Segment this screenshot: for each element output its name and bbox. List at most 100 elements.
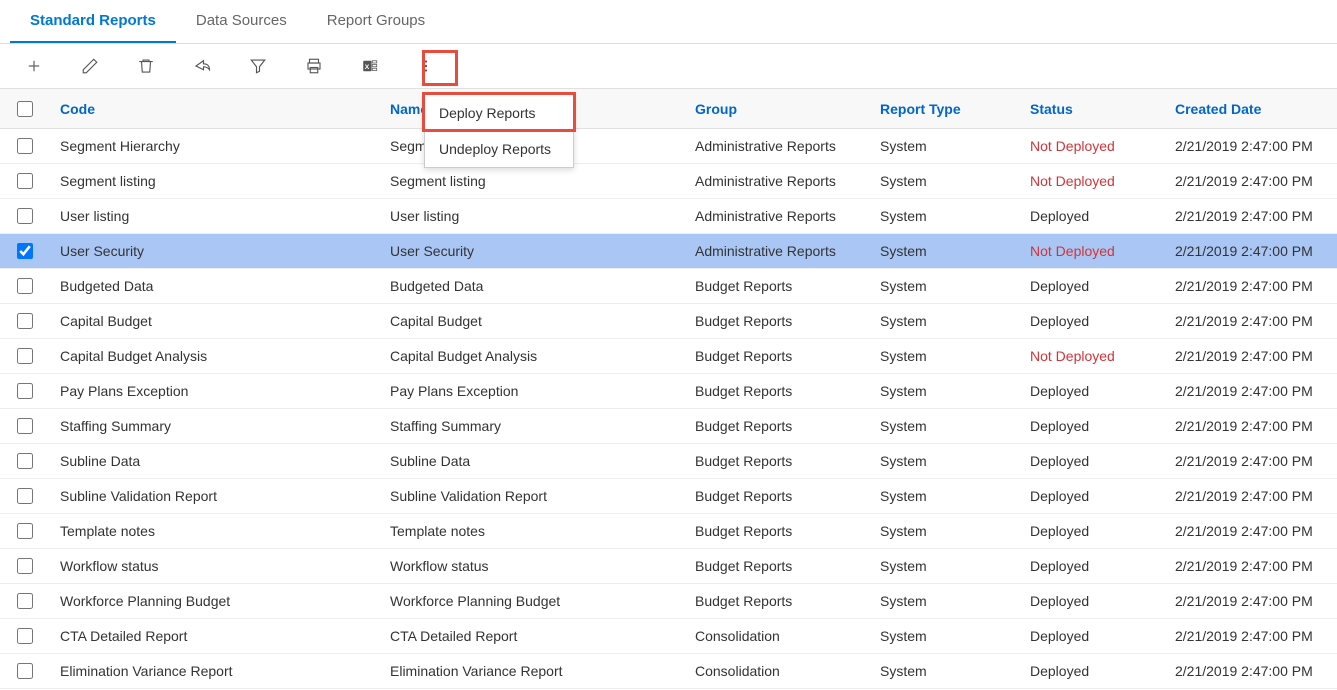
row-status: Deployed (1020, 208, 1165, 224)
table-row[interactable]: User Security User Security Administrati… (0, 234, 1337, 269)
row-checkbox-cell (0, 453, 50, 469)
tab-standard-reports[interactable]: Standard Reports (10, 0, 176, 43)
filter-button[interactable] (246, 54, 270, 78)
row-group: Budget Reports (685, 453, 870, 469)
row-checkbox-cell (0, 418, 50, 434)
row-name: Pay Plans Exception (380, 383, 685, 399)
row-checkbox[interactable] (17, 488, 33, 504)
row-checkbox[interactable] (17, 628, 33, 644)
row-checkbox-cell (0, 558, 50, 574)
row-checkbox-cell (0, 313, 50, 329)
print-button[interactable] (302, 54, 326, 78)
table-row[interactable]: Subline Data Subline Data Budget Reports… (0, 444, 1337, 479)
delete-button[interactable] (134, 54, 158, 78)
row-name: Subline Validation Report (380, 488, 685, 504)
row-type: System (870, 243, 1020, 259)
share-button[interactable] (190, 54, 214, 78)
row-date: 2/21/2019 2:47:00 PM (1165, 523, 1337, 539)
tab-report-groups[interactable]: Report Groups (307, 0, 445, 43)
table-row[interactable]: Template notes Template notes Budget Rep… (0, 514, 1337, 549)
row-checkbox[interactable] (17, 208, 33, 224)
row-type: System (870, 278, 1020, 294)
table-row[interactable]: Workflow status Workflow status Budget R… (0, 549, 1337, 584)
row-date: 2/21/2019 2:47:00 PM (1165, 313, 1337, 329)
row-checkbox-cell (0, 593, 50, 609)
add-button[interactable] (22, 54, 46, 78)
row-code: Subline Validation Report (50, 488, 380, 504)
dropdown-undeploy-reports[interactable]: Undeploy Reports (425, 131, 573, 167)
pencil-icon (81, 57, 99, 75)
row-group: Budget Reports (685, 523, 870, 539)
row-type: System (870, 383, 1020, 399)
row-date: 2/21/2019 2:47:00 PM (1165, 383, 1337, 399)
row-checkbox[interactable] (17, 383, 33, 399)
table-row[interactable]: Capital Budget Capital Budget Budget Rep… (0, 304, 1337, 339)
table-row[interactable]: Budgeted Data Budgeted Data Budget Repor… (0, 269, 1337, 304)
table-row[interactable]: Pay Plans Exception Pay Plans Exception … (0, 374, 1337, 409)
row-checkbox-cell (0, 628, 50, 644)
more-button[interactable] (414, 54, 438, 78)
svg-text:X: X (365, 64, 370, 71)
header-status[interactable]: Status (1020, 101, 1165, 117)
row-status: Not Deployed (1020, 348, 1165, 364)
row-checkbox[interactable] (17, 243, 33, 259)
row-type: System (870, 418, 1020, 434)
row-date: 2/21/2019 2:47:00 PM (1165, 663, 1337, 679)
row-type: System (870, 138, 1020, 154)
tabs-bar: Standard Reports Data Sources Report Gro… (0, 0, 1337, 44)
row-status: Deployed (1020, 488, 1165, 504)
row-checkbox-cell (0, 488, 50, 504)
row-code: Template notes (50, 523, 380, 539)
table-row[interactable]: Capital Budget Analysis Capital Budget A… (0, 339, 1337, 374)
table-row[interactable]: User listing User listing Administrative… (0, 199, 1337, 234)
row-name: User listing (380, 208, 685, 224)
row-code: User Security (50, 243, 380, 259)
row-name: Elimination Variance Report (380, 663, 685, 679)
row-checkbox[interactable] (17, 418, 33, 434)
row-group: Budget Reports (685, 278, 870, 294)
row-checkbox[interactable] (17, 523, 33, 539)
table-row[interactable]: Segment Hierarchy Segment Hierarchy Admi… (0, 129, 1337, 164)
row-status: Not Deployed (1020, 173, 1165, 189)
table-row[interactable]: Workforce Planning Budget Workforce Plan… (0, 584, 1337, 619)
dropdown-deploy-reports[interactable]: Deploy Reports (425, 95, 573, 131)
header-type[interactable]: Report Type (870, 101, 1020, 117)
table-row[interactable]: Elimination Variance Report Elimination … (0, 654, 1337, 689)
row-checkbox[interactable] (17, 173, 33, 189)
table-row[interactable]: Segment listing Segment listing Administ… (0, 164, 1337, 199)
share-icon (193, 57, 211, 75)
table-row[interactable]: Staffing Summary Staffing Summary Budget… (0, 409, 1337, 444)
excel-button[interactable]: X (358, 54, 382, 78)
table-row[interactable]: Subline Validation Report Subline Valida… (0, 479, 1337, 514)
row-group: Consolidation (685, 628, 870, 644)
row-checkbox-cell (0, 173, 50, 189)
row-checkbox[interactable] (17, 278, 33, 294)
row-date: 2/21/2019 2:47:00 PM (1165, 488, 1337, 504)
row-checkbox[interactable] (17, 663, 33, 679)
row-group: Administrative Reports (685, 138, 870, 154)
table-row[interactable]: CTA Detailed Report CTA Detailed Report … (0, 619, 1337, 654)
tab-data-sources[interactable]: Data Sources (176, 0, 307, 43)
row-status: Deployed (1020, 628, 1165, 644)
row-date: 2/21/2019 2:47:00 PM (1165, 418, 1337, 434)
row-checkbox[interactable] (17, 348, 33, 364)
row-date: 2/21/2019 2:47:00 PM (1165, 243, 1337, 259)
row-checkbox[interactable] (17, 593, 33, 609)
row-checkbox[interactable] (17, 558, 33, 574)
header-group[interactable]: Group (685, 101, 870, 117)
row-checkbox-cell (0, 138, 50, 154)
row-date: 2/21/2019 2:47:00 PM (1165, 173, 1337, 189)
select-all-checkbox[interactable] (17, 101, 33, 117)
row-date: 2/21/2019 2:47:00 PM (1165, 278, 1337, 294)
row-type: System (870, 208, 1020, 224)
header-date[interactable]: Created Date (1165, 101, 1337, 117)
row-checkbox[interactable] (17, 138, 33, 154)
row-code: Segment listing (50, 173, 380, 189)
header-code[interactable]: Code (50, 101, 380, 117)
header-checkbox-cell (0, 101, 50, 117)
row-checkbox[interactable] (17, 313, 33, 329)
row-checkbox[interactable] (17, 453, 33, 469)
row-group: Administrative Reports (685, 173, 870, 189)
edit-button[interactable] (78, 54, 102, 78)
row-date: 2/21/2019 2:47:00 PM (1165, 138, 1337, 154)
